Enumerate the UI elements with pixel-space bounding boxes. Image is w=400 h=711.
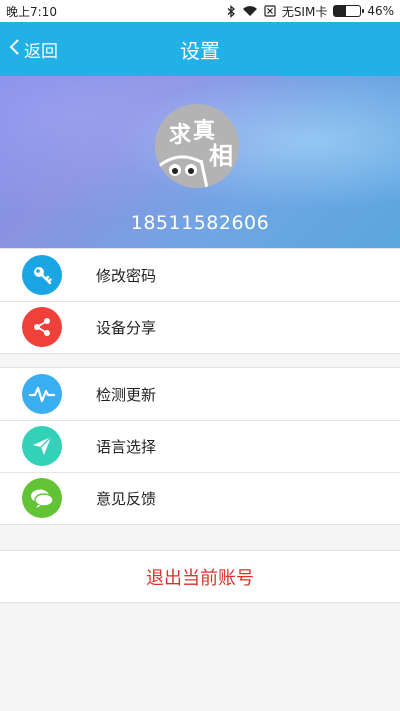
chat-icon (22, 478, 62, 518)
status-indicators: 无SIM卡 46% (226, 3, 400, 20)
menu-item-label: 设备分享 (96, 318, 157, 337)
back-label: 返回 (24, 41, 58, 62)
avatar[interactable]: 求 真 相 (155, 104, 239, 188)
send-icon (22, 426, 62, 466)
no-sim-icon (264, 5, 276, 17)
menu-item-label: 意见反馈 (96, 489, 157, 508)
menu-group-general: 检测更新 语言选择 意见反馈 (0, 367, 400, 525)
menu-group-account: 修改密码 设备分享 (0, 248, 400, 354)
avatar-image: 求 真 相 (155, 104, 239, 188)
menu-item-change-password[interactable]: 修改密码 (0, 249, 400, 301)
chevron-left-icon (8, 38, 20, 61)
battery-icon (333, 5, 365, 17)
avatar-char-1: 求 (169, 123, 191, 148)
carrier-text: 无SIM卡 (281, 4, 328, 19)
status-bar: 晚上7:10 无SIM卡 46% (0, 0, 400, 22)
wifi-icon (242, 5, 258, 17)
logout-button[interactable]: 退出当前账号 (0, 550, 400, 603)
battery-fill (334, 6, 347, 16)
avatar-char-2: 真 (193, 118, 215, 144)
status-time: 晚上7:10 (6, 4, 57, 19)
back-button[interactable]: 返回 (8, 22, 58, 76)
share-icon (22, 307, 62, 347)
page-title: 设置 (180, 38, 220, 63)
avatar-char-3: 相 (209, 142, 233, 170)
menu-item-check-update[interactable]: 检测更新 (0, 368, 400, 420)
menu-item-label: 修改密码 (96, 266, 157, 285)
menu-item-label: 语言选择 (96, 437, 157, 456)
menu-item-label: 检测更新 (96, 385, 157, 404)
menu-item-language[interactable]: 语言选择 (0, 420, 400, 472)
title-bar: 返回 设置 (0, 22, 400, 76)
profile-banner: 求 真 相 18511582606 (0, 76, 400, 248)
menu-item-feedback[interactable]: 意见反馈 (0, 472, 400, 524)
menu-item-device-share[interactable]: 设备分享 (0, 301, 400, 353)
battery-percent: 46% (367, 4, 394, 18)
key-icon (22, 255, 62, 295)
bluetooth-icon (226, 4, 236, 18)
phone-number: 18511582606 (130, 212, 270, 234)
pulse-icon (22, 374, 62, 414)
